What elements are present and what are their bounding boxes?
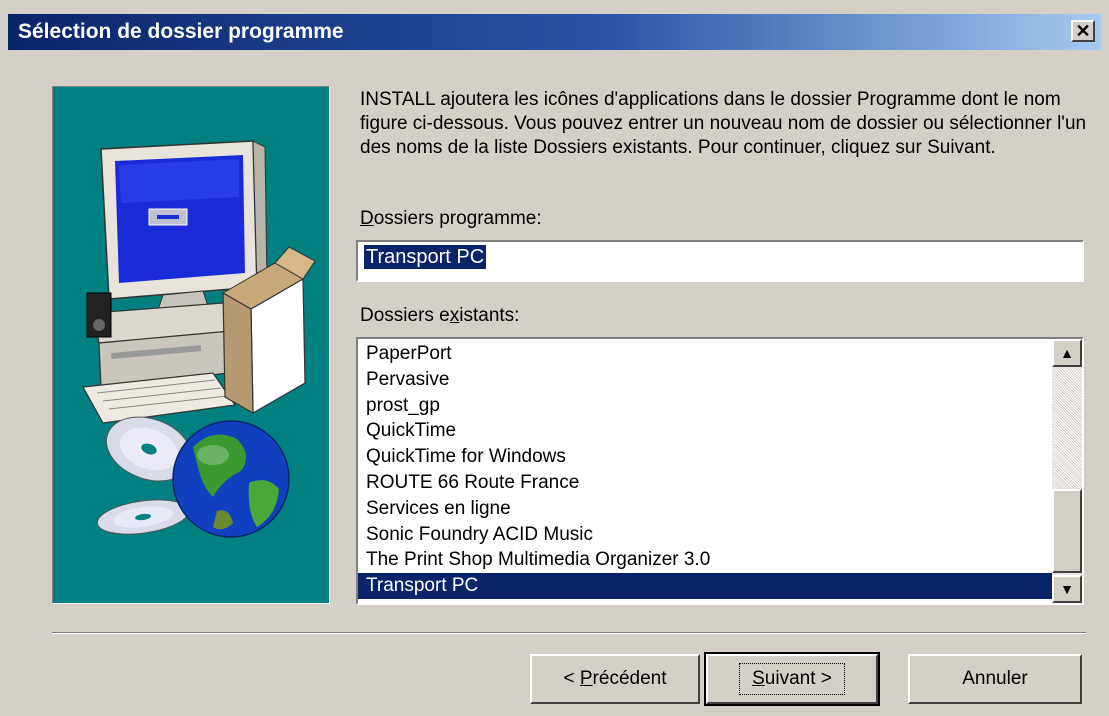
scroll-up-icon: ▲ xyxy=(1060,345,1074,361)
back-button-hotkey: P xyxy=(579,668,593,689)
next-button-label: Suivant > xyxy=(739,663,845,695)
back-button-label: < Précédent xyxy=(563,668,666,690)
program-folder-label-text: ossiers programme: xyxy=(373,208,542,229)
program-folder-label: Dossiers programme: xyxy=(360,208,542,230)
close-button[interactable]: ✕ xyxy=(1071,20,1095,42)
list-item[interactable]: ROUTE 66 Route France xyxy=(358,470,1052,496)
cancel-button-label: Annuler xyxy=(962,668,1028,689)
program-folder-input[interactable]: Transport PC xyxy=(356,240,1084,282)
list-item[interactable]: QuickTime for Windows xyxy=(358,444,1052,470)
back-button-text: récédent xyxy=(592,668,667,689)
scroll-thumb[interactable] xyxy=(1052,489,1082,573)
button-separator xyxy=(52,632,1086,634)
list-scrollbar[interactable]: ▲ ▼ xyxy=(1052,339,1082,603)
existing-folders-label-start: Dossiers e xyxy=(360,305,450,326)
close-icon: ✕ xyxy=(1075,21,1091,41)
list-item[interactable]: QuickTime xyxy=(358,418,1052,444)
title-bar: Sélection de dossier programme ✕ xyxy=(8,14,1101,50)
setup-dialog: Sélection de dossier programme ✕ INSTALL… xyxy=(0,0,1109,716)
existing-folders-label: Dossiers existants: xyxy=(360,305,519,327)
globe-icon xyxy=(172,420,290,538)
list-item[interactable]: Sonic Foundry ACID Music xyxy=(358,522,1052,548)
list-item[interactable]: Transport PC xyxy=(358,573,1052,599)
scroll-down-icon: ▼ xyxy=(1060,581,1074,597)
next-button-text: uivant > xyxy=(764,668,832,689)
program-folder-label-hotkey: D xyxy=(360,208,374,229)
next-button[interactable]: Suivant > xyxy=(704,652,880,706)
existing-folders-label-end: istants: xyxy=(459,305,520,326)
back-button-prefix: < xyxy=(563,668,580,689)
program-folder-value: Transport PC xyxy=(362,244,488,270)
list-item[interactable]: PaperPort xyxy=(358,341,1052,367)
existing-folders-list[interactable]: PaperPort Pervasive prost_gp QuickTime Quick… xyxy=(356,337,1084,605)
setup-illustration xyxy=(52,86,330,604)
instructions-text: INSTALL ajoutera les icônes d'applicatio… xyxy=(360,89,1087,158)
list-item[interactable]: Services en ligne xyxy=(358,496,1052,522)
list-item[interactable]: prost_gp xyxy=(358,393,1052,419)
list-item[interactable]: Pervasive xyxy=(358,367,1052,393)
list-item[interactable]: The Print Shop Multimedia Organizer 3.0 xyxy=(358,547,1052,573)
back-button[interactable]: < Précédent xyxy=(530,654,700,704)
next-button-hotkey: S xyxy=(752,668,765,689)
dialog-title: Sélection de dossier programme xyxy=(18,20,344,43)
cancel-button[interactable]: Annuler xyxy=(908,654,1082,704)
scroll-down-button[interactable]: ▼ xyxy=(1052,575,1082,603)
existing-folders-items: PaperPort Pervasive prost_gp QuickTime Quick… xyxy=(358,341,1052,599)
existing-folders-label-hotkey: x xyxy=(449,305,460,326)
scroll-up-button[interactable]: ▲ xyxy=(1052,339,1082,367)
